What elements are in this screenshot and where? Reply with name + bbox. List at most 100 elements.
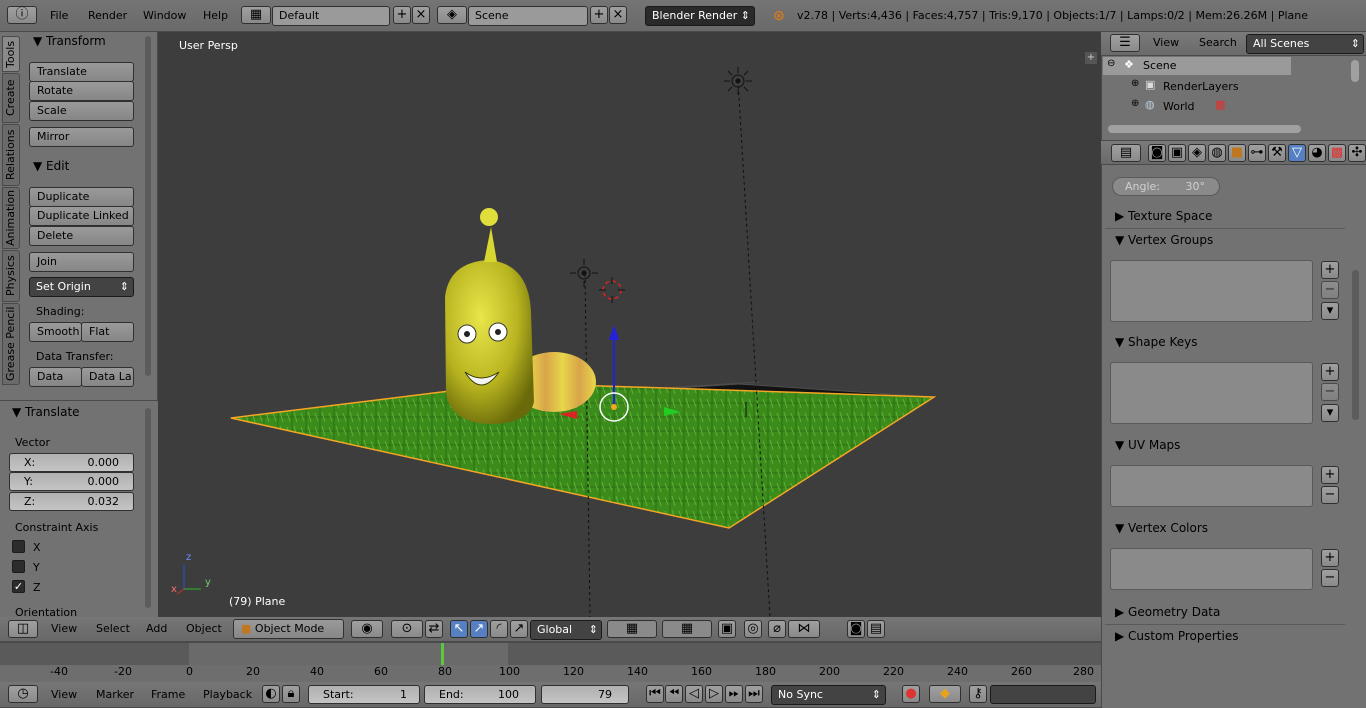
keyframe-insert-button[interactable]: ⚷ [969,685,987,703]
layout-name-field[interactable]: Default [272,6,390,26]
edit-panel-header[interactable]: ▼ Edit [33,157,69,175]
preview-range-button[interactable]: ◐ [262,685,280,703]
scene-remove-button[interactable]: × [609,6,627,24]
vertex-group-add-button[interactable]: + [1321,261,1339,279]
panel-vertex-groups[interactable]: ▼ Vertex Groups [1115,231,1213,249]
texture-context-icon[interactable]: ▩ [1328,144,1346,162]
menu-help[interactable]: Help [203,6,228,26]
scale-manip-button-2[interactable]: ↗ [510,620,528,638]
current-frame-marker[interactable] [441,643,444,665]
duplicate-linked-button[interactable]: Duplicate Linked [29,206,134,226]
tab-tools[interactable]: Tools [2,36,20,72]
tab-animation[interactable]: Animation [2,187,20,249]
opengl-render-button[interactable]: ◙ [847,620,865,638]
viewport-3d[interactable]: User Persp (79) Plane z y x + [159,32,1101,617]
panel-shape-keys[interactable]: ▼ Shape Keys [1115,333,1197,351]
timeline-menu-playback[interactable]: Playback [203,685,252,705]
scale-button[interactable]: Scale [29,101,134,121]
timeline-area[interactable] [0,642,1101,683]
jump-end-button[interactable]: ⏭︎ [745,685,763,703]
tab-relations[interactable]: Relations [2,124,20,186]
proportional-edit-button[interactable]: ◎ [744,620,762,638]
constraint-y-checkbox[interactable] [12,560,25,573]
join-button[interactable]: Join [29,252,134,272]
tab-physics[interactable]: Physics [2,250,20,302]
viewport-menu-select[interactable]: Select [96,619,130,639]
editor-type-timeline-button[interactable]: ◷ [8,685,38,703]
translate-manip-button[interactable]: ↖ [450,620,468,638]
vertex-group-remove-button[interactable]: − [1321,281,1339,299]
vertex-group-menu-button[interactable]: ▾ [1321,302,1339,320]
layers-grid-1[interactable]: ▦ [607,620,657,638]
delete-button[interactable]: Delete [29,226,134,246]
keying-set-button[interactable]: ◆ [929,685,961,703]
layout-remove-button[interactable]: × [412,6,430,24]
lock-range-icon[interactable]: 🔒︎ [282,685,300,703]
shape-key-add-button[interactable]: + [1321,363,1339,381]
data-context-icon[interactable]: ▽ [1288,144,1306,162]
vertex-groups-list[interactable] [1110,260,1313,322]
vector-z-field[interactable]: Z: 0.032 [9,492,134,511]
renderlayer-context-icon[interactable]: ▣ [1168,144,1186,162]
transform-panel-header[interactable]: ▼ Transform [33,32,106,50]
properties-scrollbar[interactable] [1352,270,1359,420]
end-frame-field[interactable]: End: 100 [424,685,536,704]
modifiers-context-icon[interactable]: ⚒ [1268,144,1286,162]
outliner-row-scene[interactable]: ⊖ ❖ Scene [1103,57,1291,75]
scale-manip-button[interactable]: ◜ [490,620,508,638]
record-button[interactable]: ● [902,685,920,703]
shape-keys-list[interactable] [1110,362,1313,424]
timeline-menu-frame[interactable]: Frame [151,685,185,705]
viewport-menu-object[interactable]: Object [186,619,222,639]
object-context-icon[interactable]: ■ [1228,144,1246,162]
opengl-anim-button[interactable]: ▤ [867,620,885,638]
viewport-menu-view[interactable]: View [51,619,77,639]
set-origin-menu[interactable]: Set Origin ⇕ [29,277,134,297]
vertex-colors-list[interactable] [1110,548,1313,590]
constraints-context-icon[interactable]: ⊶ [1248,144,1266,162]
current-frame-field[interactable]: 79 [541,685,629,704]
outliner-row-renderlayers[interactable]: ⊕ ▣ RenderLayers [1103,77,1291,95]
play-reverse-button[interactable]: ◁ [685,685,703,703]
editor-type-outliner-button[interactable]: ☰ [1110,34,1140,52]
outliner-hscrollbar[interactable] [1108,125,1301,133]
uv-maps-list[interactable] [1110,465,1313,507]
render-engine-select[interactable]: Blender Render ⇕ [645,6,755,26]
vector-x-field[interactable]: X: 0.000 [9,453,134,472]
outliner-filter-select[interactable]: All Scenes ⇕ [1246,34,1364,54]
start-frame-field[interactable]: Start: 1 [308,685,420,704]
editor-type-info-button[interactable]: ⓘ [7,6,37,24]
flat-button[interactable]: Flat [81,322,134,342]
uv-map-remove-button[interactable]: − [1321,486,1339,504]
panel-custom-properties[interactable]: ▶ Custom Properties [1115,627,1238,645]
editor-type-3d-button[interactable]: ◫ [8,620,38,638]
render-context-icon[interactable]: ◙ [1148,144,1166,162]
scene-browse-button[interactable]: ◈ [437,6,467,24]
orientation-select[interactable]: Global ⇕ [530,620,602,640]
lock-camera-button[interactable]: ▣ [718,620,736,638]
pivot-point-button[interactable]: ⊙ [391,620,423,638]
panel-geometry-data[interactable]: ▶ Geometry Data [1115,603,1220,621]
duplicate-button[interactable]: Duplicate [29,187,134,207]
object-mode-select[interactable]: ■ Object Mode [233,619,344,639]
sync-mode-select[interactable]: No Sync ⇕ [771,685,886,705]
menu-window[interactable]: Window [143,6,186,26]
constraint-x-checkbox[interactable] [12,540,25,553]
physics-context-icon[interactable]: ✣ [1348,144,1366,162]
keying-set-field[interactable] [990,685,1096,704]
viewport-expand-icon[interactable]: + [1085,52,1097,64]
operator-panel-header[interactable]: ▼ Translate [12,403,80,421]
editor-type-properties-button[interactable]: ▤ [1111,144,1141,162]
scene-add-button[interactable]: + [590,6,608,24]
timeline-menu-marker[interactable]: Marker [96,685,134,705]
smooth-button[interactable]: Smooth [29,322,82,342]
vertex-color-add-button[interactable]: + [1321,549,1339,567]
panel-uv-maps[interactable]: ▼ UV Maps [1115,436,1180,454]
scene-name-field[interactable]: Scene [468,6,588,26]
outliner-menu-search[interactable]: Search [1199,33,1237,53]
data-layout-button[interactable]: Data La [81,367,134,387]
jump-start-button[interactable]: ⏮︎ [646,685,664,703]
outliner-row-world[interactable]: ⊕ ◍ World ▩ [1103,97,1291,115]
shading-mode-button[interactable]: ◉ [351,620,383,638]
scene-context-icon[interactable]: ◈ [1188,144,1206,162]
